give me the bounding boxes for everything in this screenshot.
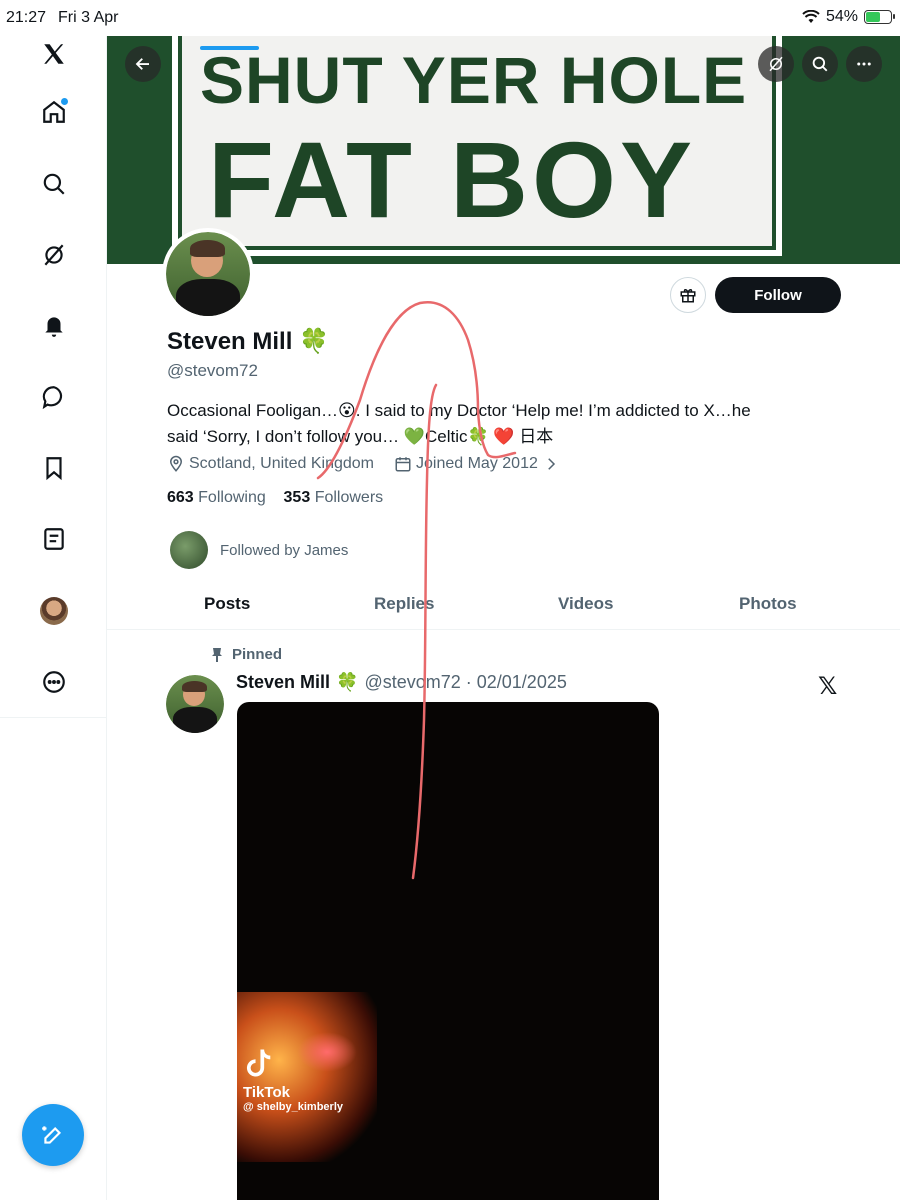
- tiktok-watermark: TikTok @ shelby_kimberly: [243, 1047, 343, 1113]
- post-handle-date[interactable]: @stevom72 · 02/01/2025: [364, 672, 566, 693]
- profile-banner[interactable]: SHUT YER HOLE FAT BOY: [107, 36, 900, 264]
- notifications-icon[interactable]: [34, 306, 74, 346]
- grok-icon: [769, 56, 783, 72]
- bookmarks-icon[interactable]: [34, 448, 74, 488]
- banner-text-line1: SHUT YER HOLE: [200, 43, 748, 117]
- x-logo-icon[interactable]: [34, 34, 74, 74]
- search-icon[interactable]: [34, 164, 74, 204]
- tiktok-logo-icon: [246, 1049, 271, 1077]
- followers-count: 353: [283, 489, 311, 506]
- tab-posts[interactable]: Posts: [204, 594, 250, 614]
- x-watermark-icon: 𝕏: [818, 673, 838, 700]
- profile-avatar[interactable]: [162, 228, 254, 320]
- status-bar: 21:27 Fri 3 Apr 54%: [0, 0, 900, 36]
- tab-photos[interactable]: Photos: [739, 594, 797, 614]
- wifi-icon: [802, 10, 820, 23]
- post-author-emoji: 🍀: [336, 672, 359, 692]
- grok-icon[interactable]: [34, 235, 74, 275]
- profile-meta: Scotland, United Kingdom Joined May 2012: [167, 455, 560, 473]
- status-date: Fri 3 Apr: [58, 9, 119, 26]
- following-label: Following: [198, 489, 266, 506]
- post-video[interactable]: TikTok @ shelby_kimberly: [237, 702, 659, 1200]
- profile-nav-avatar[interactable]: [34, 591, 74, 631]
- following-count: 663: [167, 489, 194, 506]
- tiktok-label: TikTok: [243, 1084, 290, 1101]
- battery-percent: 54%: [825, 8, 858, 25]
- shamrock-emoji: 🍀: [299, 328, 329, 355]
- followed-by[interactable]: Followed by James: [170, 531, 348, 569]
- profile-name-text: Steven Mill: [167, 328, 293, 355]
- compose-icon: [42, 1126, 62, 1144]
- tiktok-username: @ shelby_kimberly: [243, 1101, 343, 1113]
- notification-dot: [61, 98, 68, 105]
- post-author-avatar[interactable]: [166, 675, 224, 733]
- post-author-name[interactable]: Steven Mill: [236, 672, 330, 693]
- profile-joined: Joined May 2012: [416, 455, 538, 472]
- profile-name: Steven Mill 🍀: [167, 327, 329, 356]
- back-button[interactable]: [125, 46, 161, 82]
- follower-avatar: [170, 531, 208, 569]
- chevron-right-icon[interactable]: [542, 455, 560, 473]
- followers-link[interactable]: 353 Followers: [284, 489, 384, 506]
- profile-tabs: Posts Replies Videos Photos: [107, 580, 900, 630]
- post-header: Steven Mill 🍀 @stevom72 · 02/01/2025: [236, 672, 567, 693]
- follow-button[interactable]: Follow: [715, 277, 841, 313]
- banner-text-line2: FAT BOY: [208, 119, 697, 240]
- pin-icon: [212, 647, 222, 662]
- back-arrow-icon: [135, 58, 149, 70]
- active-tab-indicator: [200, 46, 259, 50]
- status-time: 21:27: [6, 9, 47, 26]
- grok-banner-button[interactable]: [758, 46, 794, 82]
- tab-replies[interactable]: Replies: [374, 594, 434, 614]
- profile-bio: Occasional Fooligan…😮. I said to my Doct…: [167, 398, 847, 450]
- banner-sign: SHUT YER HOLE FAT BOY: [172, 36, 782, 256]
- followed-by-text: Followed by James: [220, 541, 349, 559]
- sidebar-nav: [0, 36, 107, 1200]
- messages-icon[interactable]: [34, 377, 74, 417]
- bio-line-1: Occasional Fooligan…😮. I said to my Doct…: [167, 401, 751, 420]
- search-icon: [812, 56, 828, 72]
- banner-search-button[interactable]: [802, 46, 838, 82]
- profile-handle: @stevom72: [167, 361, 258, 380]
- followers-label: Followers: [314, 489, 384, 506]
- banner-more-button[interactable]: [846, 46, 882, 82]
- pinned-label: Pinned: [210, 646, 282, 663]
- bio-line-2: said ‘Sorry, I don’t follow you… 💚Celtic…: [167, 427, 554, 446]
- more-icon[interactable]: [34, 662, 74, 702]
- compose-post-button[interactable]: [22, 1104, 84, 1166]
- profile-location: Scotland, United Kingdom: [189, 455, 374, 472]
- location-icon: [169, 455, 183, 472]
- pinned-text: Pinned: [232, 646, 283, 663]
- follow-counts: 663 Following 353 Followers: [167, 489, 383, 507]
- gift-icon: [680, 289, 696, 303]
- calendar-icon: [395, 457, 411, 472]
- lists-icon[interactable]: [34, 519, 74, 559]
- more-horizontal-icon: [857, 62, 871, 66]
- tab-videos[interactable]: Videos: [558, 594, 613, 614]
- battery-icon: [864, 10, 895, 24]
- gift-button[interactable]: [670, 277, 706, 313]
- home-icon[interactable]: [34, 92, 74, 132]
- following-link[interactable]: 663 Following: [167, 489, 266, 506]
